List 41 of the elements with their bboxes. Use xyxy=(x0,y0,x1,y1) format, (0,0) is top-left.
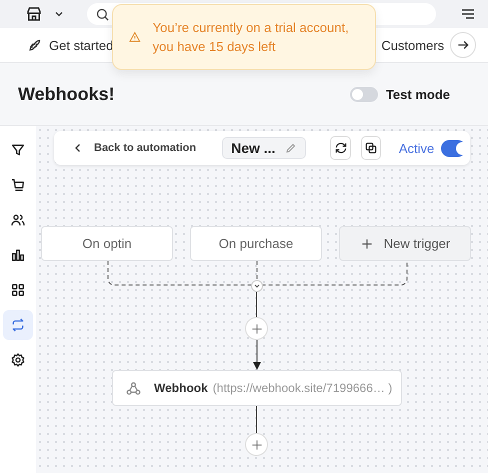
duplicate-button[interactable] xyxy=(360,136,381,160)
automation-name-field[interactable]: New ... xyxy=(222,137,306,159)
toast-message: You’re currently on a trial account, you have 15 days left xyxy=(152,19,350,56)
step-title: Webhook xyxy=(154,381,208,395)
nav-tab[interactable]: Get started xyxy=(27,38,114,52)
chart-icon xyxy=(10,247,26,263)
webhook-step-node[interactable]: Webhook (https://webhook.site/7199666… ) xyxy=(112,370,402,406)
arrow-right-icon xyxy=(456,38,470,52)
trigger-node[interactable]: On purchase xyxy=(190,226,322,261)
chevron-down-icon xyxy=(251,280,263,292)
down-arrow xyxy=(253,340,261,370)
active-toggle[interactable] xyxy=(441,140,466,156)
refresh-button[interactable] xyxy=(330,136,351,160)
new-trigger-button[interactable]: New trigger xyxy=(339,226,471,261)
cart-icon xyxy=(10,177,26,193)
pencil-icon xyxy=(285,142,298,154)
add-step-button[interactable] xyxy=(245,433,268,456)
page-title: Webhooks! xyxy=(18,84,115,104)
add-step-button[interactable] xyxy=(245,317,268,340)
active-label: Active xyxy=(398,140,434,156)
search-icon xyxy=(95,6,110,22)
plus-icon xyxy=(360,236,374,250)
plus-icon xyxy=(250,438,264,452)
gear-icon xyxy=(10,352,26,368)
next-arrow-button[interactable] xyxy=(450,32,476,58)
webhook-icon xyxy=(126,380,141,396)
nav-tab[interactable]: Customers xyxy=(381,38,444,52)
users-icon xyxy=(10,212,26,228)
trigger-node[interactable]: On optin xyxy=(41,226,173,261)
filter-icon xyxy=(10,142,26,158)
store-icon[interactable] xyxy=(25,5,43,23)
repeat-icon xyxy=(10,317,26,333)
copy-icon xyxy=(364,141,378,155)
plus-icon xyxy=(250,322,264,336)
refresh-icon xyxy=(334,141,348,155)
back-link[interactable]: Back to automation xyxy=(72,142,196,154)
test-mode-toggle[interactable] xyxy=(350,86,378,102)
test-mode-label: Test mode xyxy=(386,86,450,102)
grid-icon xyxy=(10,282,26,298)
rocket-icon xyxy=(27,38,42,52)
step-url: (https://webhook.site/7199666… ) xyxy=(212,381,392,395)
